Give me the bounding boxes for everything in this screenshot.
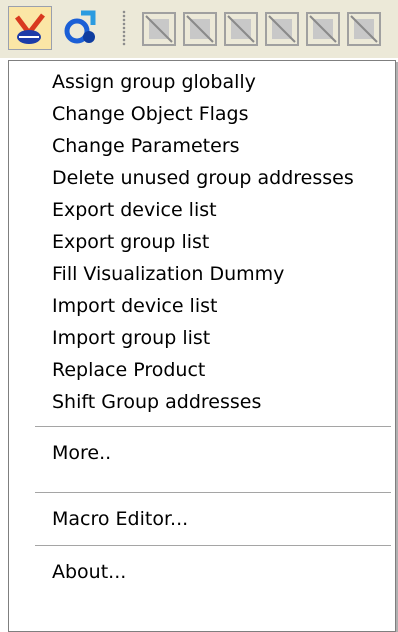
menu-item-assign-group-globally[interactable]: Assign group globally	[9, 66, 395, 98]
grid-tool-icon	[183, 12, 217, 46]
menu-item-about[interactable]: About...	[9, 556, 395, 588]
grid-tool-icon	[306, 12, 340, 46]
menu-item-delete-unused-group-addresses[interactable]: Delete unused group addresses	[9, 162, 395, 194]
refresh-tool-button[interactable]	[58, 6, 102, 50]
menu-item-change-parameters[interactable]: Change Parameters	[9, 130, 395, 162]
menu-separator	[35, 492, 391, 494]
menu-separator	[35, 545, 391, 547]
menu-item-fill-visualization-dummy[interactable]: Fill Visualization Dummy	[9, 258, 395, 290]
toolbar	[0, 0, 398, 58]
dropdown-menu: Assign group globally Change Object Flag…	[8, 60, 396, 632]
menu-item-shift-group-addresses[interactable]: Shift Group addresses	[9, 386, 395, 418]
grid-tool-icon	[224, 12, 258, 46]
toolbar-grip[interactable]	[122, 10, 126, 46]
macro-tool-button[interactable]	[8, 6, 52, 50]
grid-tool-icon	[142, 12, 176, 46]
menu-item-export-device-list[interactable]: Export device list	[9, 194, 395, 226]
menu-separator	[35, 426, 391, 428]
grid-tool-icon	[265, 12, 299, 46]
grid-tool-icon	[347, 12, 381, 46]
refresh-tool-icon	[64, 10, 96, 44]
menu-item-macro-editor[interactable]: Macro Editor...	[9, 503, 395, 535]
macro-tool-icon	[15, 13, 45, 44]
menu-item-change-object-flags[interactable]: Change Object Flags	[9, 98, 395, 130]
menu-item-import-group-list[interactable]: Import group list	[9, 322, 395, 354]
menu-item-import-device-list[interactable]: Import device list	[9, 290, 395, 322]
menu-item-export-group-list[interactable]: Export group list	[9, 226, 395, 258]
menu-item-replace-product[interactable]: Replace Product	[9, 354, 395, 386]
menu-item-more[interactable]: More..	[9, 437, 395, 469]
